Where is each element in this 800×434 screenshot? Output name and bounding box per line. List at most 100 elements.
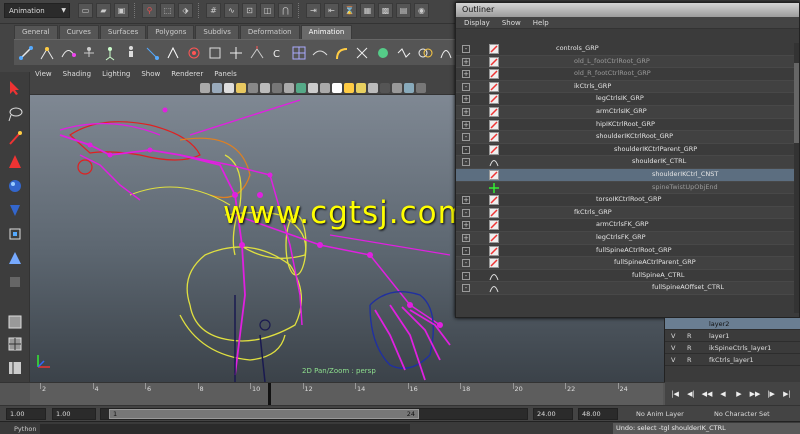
- bookmark-icon[interactable]: [212, 82, 222, 93]
- character-icon[interactable]: [123, 44, 139, 62]
- output-ops-icon[interactable]: ⇤: [324, 3, 339, 18]
- outliner-item[interactable]: + armCtrlsFK_GRP: [456, 219, 796, 232]
- outliner-scrollbar[interactable]: [794, 43, 799, 313]
- rotate-tool-icon[interactable]: [5, 176, 25, 196]
- camera-attributes-icon[interactable]: [200, 82, 210, 93]
- xray-joints-icon[interactable]: [404, 82, 414, 93]
- start-range-field[interactable]: 1.00: [52, 408, 96, 420]
- layer-visibility[interactable]: V: [671, 356, 675, 364]
- expand-icon[interactable]: +: [462, 70, 470, 79]
- twist-deformer-icon[interactable]: [354, 44, 370, 62]
- select-tool-icon[interactable]: [5, 78, 25, 98]
- ipr-render-icon[interactable]: ▩: [378, 3, 393, 18]
- pole-vector-icon[interactable]: [249, 44, 265, 62]
- tab-polygons[interactable]: Polygons: [147, 25, 195, 39]
- time-ruler[interactable]: 2 4 6 8 10 12 14 16 18 20 22 24: [30, 383, 663, 405]
- outliner-item[interactable]: + legCtrlsFK_GRP: [456, 231, 796, 245]
- play-forward-icon[interactable]: ▶: [732, 388, 746, 400]
- outliner-item[interactable]: + hipIKCtrlRoot_GRP: [456, 119, 796, 132]
- ambient-occlusion-icon[interactable]: [380, 82, 390, 93]
- soft-mod-icon[interactable]: [5, 248, 25, 268]
- grid-icon[interactable]: [236, 82, 246, 93]
- select-component-icon[interactable]: ⬗: [178, 3, 193, 18]
- collapse-icon[interactable]: -: [462, 158, 470, 167]
- outliner-menu-show[interactable]: Show: [502, 17, 521, 28]
- field-chart-icon[interactable]: [284, 82, 294, 93]
- expand-icon[interactable]: +: [462, 107, 470, 116]
- layer-visibility[interactable]: V: [671, 344, 675, 352]
- range-slider-handle[interactable]: 1 24: [109, 409, 419, 419]
- go-to-start-icon[interactable]: |◀: [668, 388, 682, 400]
- nonlinear-icon[interactable]: [396, 44, 412, 62]
- ik-spline-icon[interactable]: [60, 44, 76, 62]
- expand-icon[interactable]: +: [462, 57, 470, 66]
- construction-history-icon[interactable]: ⌛: [342, 3, 357, 18]
- collapse-icon[interactable]: -: [462, 284, 470, 293]
- outliner-item[interactable]: + old_R_footCtrlRoot_GRP: [456, 68, 796, 81]
- snap-grid-icon[interactable]: #: [206, 3, 221, 18]
- outliner-menu-display[interactable]: Display: [464, 17, 490, 28]
- outliner-layout-icon[interactable]: [5, 358, 25, 378]
- prev-key-icon[interactable]: ◀◀: [700, 388, 714, 400]
- outliner-item[interactable]: shoulderIKCtrl_CNST: [456, 168, 796, 182]
- outliner-item[interactable]: - fullSpineA_CTRL: [456, 270, 796, 283]
- gate-mask-icon[interactable]: [272, 82, 282, 93]
- image-plane-icon[interactable]: [224, 82, 234, 93]
- tab-general[interactable]: General: [14, 25, 58, 39]
- jiggle-icon[interactable]: [438, 44, 454, 62]
- step-forward-icon[interactable]: |▶: [764, 388, 778, 400]
- scrollbar-thumb[interactable]: [794, 63, 799, 143]
- open-scene-icon[interactable]: ▰: [96, 3, 111, 18]
- outliner-item[interactable]: + old_L_footCtrlRoot_GRP: [456, 55, 796, 69]
- command-input[interactable]: [40, 424, 410, 434]
- safe-action-icon[interactable]: [296, 82, 306, 93]
- smooth-shade-icon[interactable]: [320, 82, 330, 93]
- bend-deformer-icon[interactable]: [333, 44, 349, 62]
- outliner-item[interactable]: - fullSpineACtrlParent_GRP: [456, 257, 796, 270]
- wire-deformer-icon[interactable]: [312, 44, 328, 62]
- viewport-menu-lighting[interactable]: Lighting: [102, 70, 130, 81]
- paint-select-icon[interactable]: [5, 128, 25, 148]
- default-lighting-icon[interactable]: [332, 82, 342, 93]
- select-hierarchy-icon[interactable]: ⚲: [142, 3, 157, 18]
- viewport-menu-panels[interactable]: Panels: [214, 70, 237, 81]
- viewport-menu-renderer[interactable]: Renderer: [171, 70, 203, 81]
- viewport-menu-shading[interactable]: Shading: [63, 70, 91, 81]
- collapse-icon[interactable]: -: [462, 45, 470, 53]
- collapse-icon[interactable]: -: [462, 208, 470, 217]
- time-slider[interactable]: 2 4 6 8 10 12 14 16 18 20 22 24: [0, 382, 665, 405]
- tab-deformation[interactable]: Deformation: [239, 25, 300, 39]
- start-time-field[interactable]: 1.00: [6, 408, 46, 420]
- layer-name[interactable]: layer2: [709, 320, 729, 328]
- xray-icon[interactable]: [392, 82, 402, 93]
- parent-constraint-icon[interactable]: [228, 44, 244, 62]
- tab-surfaces[interactable]: Surfaces: [99, 25, 147, 39]
- tab-subdivs[interactable]: Subdivs: [195, 25, 239, 39]
- collapse-icon[interactable]: -: [462, 82, 470, 91]
- next-key-icon[interactable]: ▶▶: [748, 388, 762, 400]
- select-object-icon[interactable]: ⬚: [160, 3, 175, 18]
- play-backward-icon[interactable]: ◀: [716, 388, 730, 400]
- outliner-item[interactable]: - controls_GRP: [456, 43, 796, 56]
- snap-curve-icon[interactable]: ∿: [224, 3, 239, 18]
- collapse-icon[interactable]: -: [462, 133, 470, 142]
- outliner-item[interactable]: + torsoIKCtrlRoot_GRP: [456, 194, 796, 207]
- expand-icon[interactable]: +: [462, 95, 470, 104]
- layer-name[interactable]: ikSpineCtrls_layer1: [709, 344, 771, 352]
- resolution-gate-icon[interactable]: [260, 82, 270, 93]
- layer-name[interactable]: layer1: [709, 332, 729, 340]
- sculpt-deformer-icon[interactable]: [375, 44, 391, 62]
- outliner-menu-help[interactable]: Help: [533, 17, 549, 28]
- expand-icon[interactable]: +: [462, 196, 470, 205]
- outliner-item[interactable]: - fkCtrls_GRP: [456, 206, 796, 220]
- layer-row[interactable]: V R layer1: [665, 330, 800, 342]
- outliner-item[interactable]: - shoulderIKCtrlRoot_GRP: [456, 131, 796, 144]
- input-ops-icon[interactable]: ⇥: [306, 3, 321, 18]
- collapse-icon[interactable]: -: [462, 145, 470, 154]
- point-constraint-icon[interactable]: [144, 44, 160, 62]
- layer-visibility[interactable]: V: [671, 332, 675, 340]
- end-time-field[interactable]: 48.00: [578, 408, 618, 420]
- new-scene-icon[interactable]: ▭: [78, 3, 93, 18]
- isolate-select-icon[interactable]: [416, 82, 426, 93]
- layer-row[interactable]: V R ikSpineCtrls_layer1: [665, 342, 800, 354]
